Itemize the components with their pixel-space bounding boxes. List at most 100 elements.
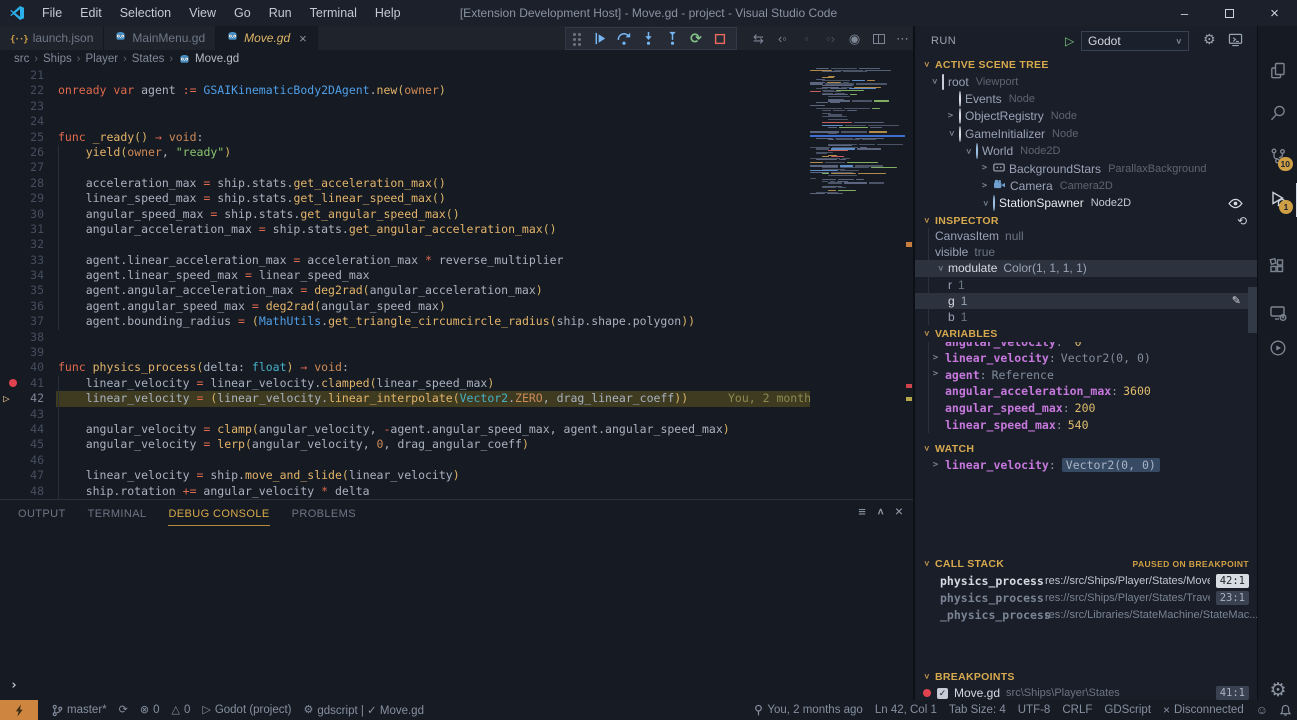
code-line[interactable]: 41 linear_velocity = linear_velocity.cla… bbox=[0, 376, 913, 391]
run-debug-icon[interactable]: 1 bbox=[1258, 179, 1297, 219]
code-line[interactable]: 22onready var agent := GSAIKinematicBody… bbox=[0, 83, 913, 98]
panel-tab-terminal[interactable]: TERMINAL bbox=[88, 502, 147, 525]
panel-tab-output[interactable]: OUTPUT bbox=[18, 502, 66, 525]
variable-agent[interactable]: >agent:Reference bbox=[915, 367, 1257, 384]
explorer-icon[interactable] bbox=[1258, 51, 1297, 91]
code-line[interactable]: 29 linear_speed_max = ship.stats.get_lin… bbox=[0, 191, 913, 206]
section-inspector[interactable]: >INSPECTOR ⟲ bbox=[915, 212, 1257, 229]
drag-handle-icon[interactable] bbox=[573, 33, 576, 36]
section-breakpoints[interactable]: >BREAKPOINTS bbox=[915, 668, 1257, 685]
code-line[interactable]: 28 acceleration_max = ship.stats.get_acc… bbox=[0, 176, 913, 191]
tab-mainmenu-gd[interactable]: MainMenu.gd bbox=[104, 26, 216, 50]
code-line[interactable]: 45 angular_velocity = lerp(angular_veloc… bbox=[0, 437, 913, 452]
more-actions-icon[interactable]: ⋯ bbox=[892, 28, 913, 49]
navigate-back-icon[interactable]: ‹◦ bbox=[772, 28, 793, 49]
code-line[interactable]: 34 agent.linear_speed_max = linear_speed… bbox=[0, 268, 913, 283]
chevron-icon[interactable]: > bbox=[931, 370, 940, 379]
editor-gutter[interactable]: 22 bbox=[0, 83, 58, 98]
variable-angular_acceleration_max[interactable]: angular_acceleration_max:3600 bbox=[915, 383, 1257, 400]
section-watch[interactable]: >WATCH bbox=[915, 440, 1257, 457]
restart-button[interactable]: ⟳ bbox=[684, 28, 708, 49]
step-over-button[interactable] bbox=[612, 28, 636, 49]
breadcrumb-file[interactable]: Move.gd bbox=[178, 53, 239, 66]
scene-node-root[interactable]: >rootViewport bbox=[915, 73, 1257, 90]
status-language[interactable]: GDScript bbox=[1098, 700, 1157, 720]
code-line[interactable]: 26 yield(owner, "ready") bbox=[0, 145, 913, 160]
breadcrumb-item[interactable]: Player bbox=[85, 53, 118, 65]
code-line[interactable]: 47 linear_velocity = ship.move_and_slide… bbox=[0, 468, 913, 483]
chevron-icon[interactable]: > bbox=[929, 77, 938, 86]
run-circle-icon[interactable]: ◉ bbox=[844, 28, 865, 49]
editor-gutter[interactable]: 38 bbox=[0, 330, 58, 345]
editor-gutter[interactable]: 21 bbox=[0, 68, 58, 83]
close-icon[interactable]: × bbox=[299, 31, 307, 46]
chevron-icon[interactable]: > bbox=[980, 199, 989, 208]
inspector-row-visible[interactable]: visibletrue bbox=[915, 244, 1257, 260]
tab-move-gd[interactable]: Move.gd× bbox=[216, 26, 318, 50]
editor-gutter[interactable]: 31 bbox=[0, 222, 58, 237]
editor-gutter[interactable]: 25 bbox=[0, 130, 58, 145]
editor-gutter[interactable]: 36 bbox=[0, 299, 58, 314]
variable[interactable]: angular_velocity: 0 bbox=[915, 342, 1257, 350]
breadcrumb-item[interactable]: States bbox=[132, 53, 165, 65]
breakpoint-checkbox[interactable]: ✓ bbox=[937, 688, 948, 699]
status-feedback[interactable]: ☺ bbox=[1250, 700, 1274, 720]
editor-gutter[interactable]: 37 bbox=[0, 314, 58, 329]
close-panel-icon[interactable]: × bbox=[895, 503, 903, 519]
variable-linear_velocity[interactable]: >linear_velocity:Vector2(0, 0) bbox=[915, 350, 1257, 367]
editor-gutter[interactable]: 41 bbox=[0, 376, 58, 391]
minimap[interactable] bbox=[810, 68, 905, 198]
chevron-icon[interactable]: > bbox=[931, 461, 940, 470]
status-sync[interactable]: ⟳ bbox=[113, 700, 134, 720]
code-line[interactable]: 33 agent.linear_acceleration_max = accel… bbox=[0, 253, 913, 268]
variable-linear_speed_max[interactable]: linear_speed_max:540 bbox=[915, 416, 1257, 433]
step-into-button[interactable] bbox=[636, 28, 660, 49]
chevron-icon[interactable]: > bbox=[931, 354, 940, 363]
extensions-icon[interactable] bbox=[1258, 246, 1297, 286]
menu-file[interactable]: File bbox=[33, 0, 71, 26]
editor-gutter[interactable]: 30 bbox=[0, 207, 58, 222]
editor-gutter[interactable]: 43 bbox=[0, 407, 58, 422]
code-line[interactable]: 25func _ready() → void: bbox=[0, 130, 913, 145]
refresh-icon[interactable]: ⟲ bbox=[1237, 214, 1247, 228]
filter-icon[interactable]: ≡ bbox=[858, 504, 866, 519]
stop-button[interactable] bbox=[708, 28, 732, 49]
overview-ruler[interactable] bbox=[905, 68, 913, 499]
navigate-forward-icon[interactable]: ◦› bbox=[820, 28, 841, 49]
status-cursor-position[interactable]: Ln 42, Col 1 bbox=[869, 700, 943, 720]
editor-gutter[interactable]: 34 bbox=[0, 268, 58, 283]
inspector-row-b[interactable]: b1 bbox=[915, 309, 1257, 325]
code-editor[interactable]: 2122onready var agent := GSAIKinematicBo… bbox=[0, 68, 913, 499]
chevron-icon[interactable]: > bbox=[980, 182, 989, 191]
scene-node-backgroundstars[interactable]: >BackgroundStarsParallaxBackground bbox=[915, 160, 1257, 177]
view-remote-object-icon[interactable] bbox=[1228, 198, 1243, 212]
status-remote-indicator[interactable] bbox=[0, 700, 38, 720]
inspector-row-g[interactable]: g1✎ bbox=[915, 293, 1257, 309]
stack-frame[interactable]: physics_processres://src/Ships/Player/St… bbox=[915, 572, 1257, 589]
editor-gutter[interactable]: 32 bbox=[0, 237, 58, 252]
step-out-button[interactable] bbox=[660, 28, 684, 49]
minimize-button[interactable]: – bbox=[1162, 0, 1207, 26]
code-line[interactable]: ▷42 linear_velocity = (linear_velocity.l… bbox=[0, 391, 913, 406]
section-call-stack[interactable]: >CALL STACK PAUSED ON BREAKPOINT bbox=[915, 555, 1257, 572]
editor-gutter[interactable]: 48 bbox=[0, 484, 58, 499]
menu-help[interactable]: Help bbox=[366, 0, 410, 26]
chevron-icon[interactable]: > bbox=[946, 129, 955, 138]
scene-node-gameinitializer[interactable]: >GameInitializerNode bbox=[915, 125, 1257, 142]
code-line[interactable]: 39 bbox=[0, 345, 913, 360]
editor-gutter[interactable]: 24 bbox=[0, 114, 58, 129]
menu-selection[interactable]: Selection bbox=[111, 0, 180, 26]
scene-node-camera[interactable]: >CameraCamera2D bbox=[915, 177, 1257, 194]
scene-node-events[interactable]: EventsNode bbox=[915, 90, 1257, 107]
status-gdscript-status[interactable]: ⚙gdscript | ✓ Move.gd bbox=[298, 700, 430, 720]
chevron-icon[interactable]: > bbox=[980, 164, 989, 173]
code-line[interactable]: 36 agent.angular_speed_max = deg2rad(ang… bbox=[0, 299, 913, 314]
panel-tab-debug-console[interactable]: DEBUG CONSOLE bbox=[168, 502, 269, 526]
sync-icon[interactable]: ⇆ bbox=[748, 28, 769, 49]
code-line[interactable]: 46 bbox=[0, 453, 913, 468]
search-icon[interactable] bbox=[1258, 93, 1297, 133]
menu-run[interactable]: Run bbox=[260, 0, 301, 26]
configure-gear-icon[interactable]: ⚙ bbox=[1203, 32, 1216, 46]
start-debugging-icon[interactable]: ▷ bbox=[1065, 34, 1074, 48]
scene-node-stationspawner[interactable]: >StationSpawnerNode2D bbox=[915, 195, 1257, 212]
